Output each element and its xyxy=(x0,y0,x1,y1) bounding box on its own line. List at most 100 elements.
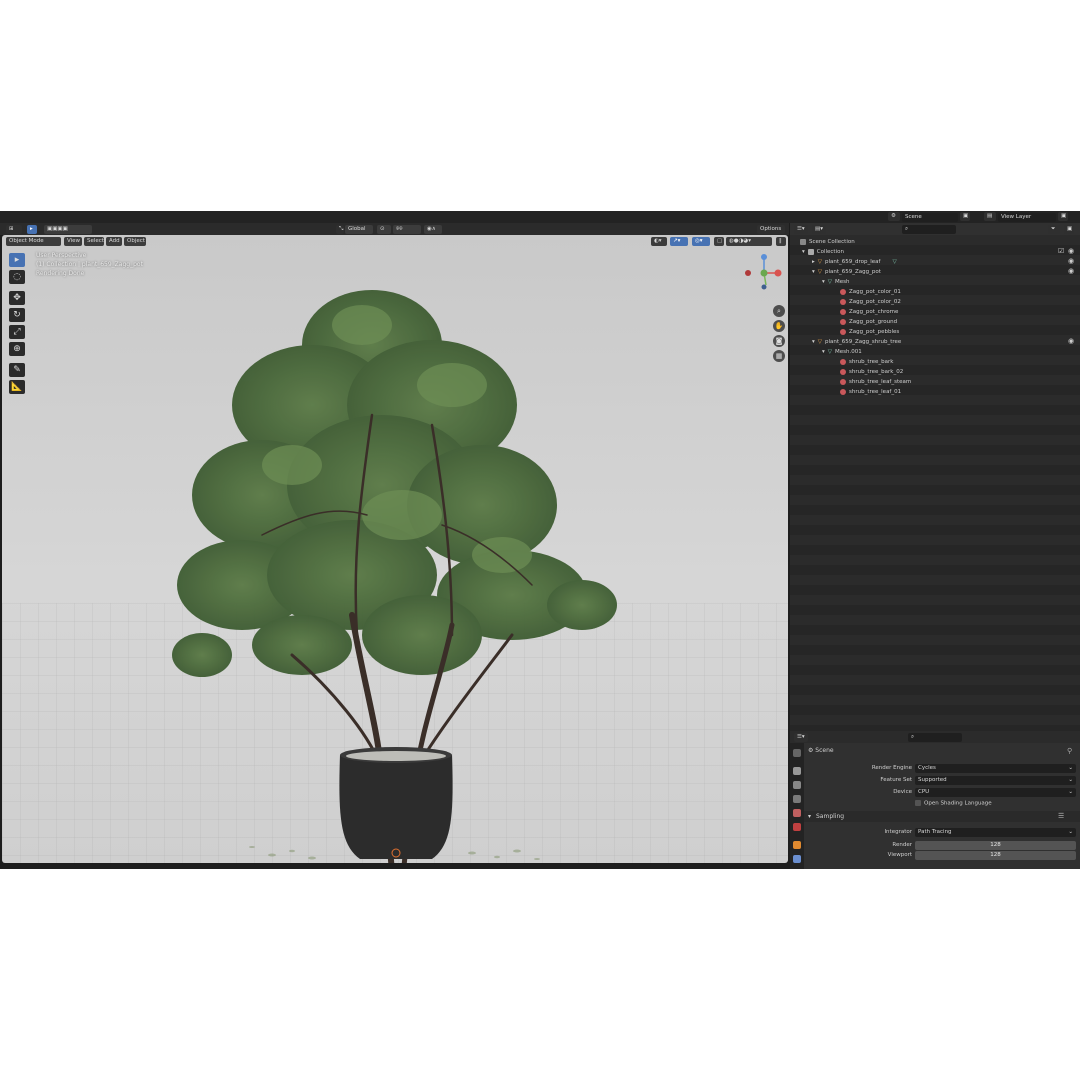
pin-icon[interactable]: ⚲ xyxy=(1067,747,1072,755)
properties-editor-icon[interactable]: ☰▾ xyxy=(794,732,808,742)
camera-view-icon[interactable]: ◙ xyxy=(773,335,785,347)
outliner-row-material[interactable]: Zagg_pot_ground xyxy=(840,317,897,327)
mesh-icon: ▽ xyxy=(827,349,832,355)
options-dropdown[interactable]: Options xyxy=(757,224,785,234)
view-layer-tab-icon[interactable] xyxy=(793,795,801,803)
editor-type-icon[interactable]: ⊞ xyxy=(6,224,22,234)
scene-copy-icon[interactable]: ▣ xyxy=(960,212,970,221)
scene-icon[interactable]: ⚙ xyxy=(888,212,900,221)
render-engine-dropdown[interactable]: Cycles ⌄ xyxy=(915,764,1076,773)
outliner-row-material[interactable]: shrub_tree_leaf_steam xyxy=(840,377,911,387)
view-layer-icon[interactable]: ▤ xyxy=(984,212,996,221)
checkbox-icon[interactable]: ☑ xyxy=(1058,247,1064,255)
properties-panel: ☰▾ ⌕ ⚙ Scene ⚲ Render Engine Cycles ⌄ Fea… xyxy=(790,731,1080,869)
outliner-row-object[interactable]: ▸ ▽ plant_659_drop_leaf ▽ xyxy=(812,257,897,267)
sampling-panel-header[interactable]: ▾ Sampling ☰ xyxy=(804,811,1080,822)
chevron-down-icon: ⌄ xyxy=(1068,765,1073,771)
pivot-icon[interactable]: ⊙ xyxy=(377,224,391,234)
eye-icon[interactable]: ◉ xyxy=(1068,257,1074,265)
outliner-row-material[interactable]: Zagg_pot_chrome xyxy=(840,307,898,317)
tool-tab-icon[interactable] xyxy=(793,749,801,757)
outliner-row-object[interactable]: ▾ ▽ plant_659_Zagg_shrub_tree xyxy=(812,337,901,347)
cursor-tool-icon[interactable]: ◌ xyxy=(9,270,25,284)
selection-mode-buttons[interactable]: ▣▣▣▣ xyxy=(44,224,92,234)
outliner-row-object[interactable]: ▾ ▽ plant_659_Zagg_pot xyxy=(812,267,881,277)
material-icon xyxy=(840,378,846,385)
menu-add[interactable]: Add xyxy=(106,237,122,246)
transform-orientation-icon[interactable]: ⤡ xyxy=(336,224,344,234)
shading-mode-buttons[interactable]: ◍●◑◕▾ xyxy=(726,237,772,246)
scene-tab-icon[interactable] xyxy=(793,809,801,817)
outliner-row-scene-collection[interactable]: Scene Collection xyxy=(800,237,855,247)
material-icon xyxy=(840,368,846,375)
output-tab-icon[interactable] xyxy=(793,781,801,789)
menu-select[interactable]: Select xyxy=(84,237,104,246)
overlay-toggle-icon[interactable]: ◎▾ xyxy=(692,237,710,246)
outliner-row-collection[interactable]: ▾ Collection xyxy=(802,247,844,257)
scene-field[interactable]: Scene xyxy=(902,212,958,222)
modifier-tab-icon[interactable] xyxy=(793,855,801,863)
eye-icon[interactable]: ◉ xyxy=(1068,247,1074,255)
outliner-editor-icon[interactable]: ☰▾ xyxy=(794,224,808,234)
view-layer-field[interactable]: View Layer xyxy=(998,212,1056,222)
outliner-row-material[interactable]: Zagg_pot_color_02 xyxy=(840,297,901,307)
feature-set-label: Feature Set xyxy=(880,777,912,783)
world-tab-icon[interactable] xyxy=(793,823,801,831)
visibility-icon[interactable]: ◐▾ xyxy=(651,237,667,246)
outliner-header: ☰▾ ▤▾ ⌕ ⏷ ▣ xyxy=(790,223,1080,235)
properties-search-input[interactable]: ⌕ xyxy=(908,732,962,742)
material-icon xyxy=(840,308,846,315)
rotate-tool-icon[interactable]: ↻ xyxy=(9,308,25,322)
chevron-down-icon: ⌄ xyxy=(1068,829,1073,835)
new-collection-icon[interactable]: ▣ xyxy=(1064,224,1074,234)
filter-icon[interactable]: ⏷ xyxy=(1048,224,1060,234)
3d-viewport[interactable]: Object Mode View Select Add Object ◐▾ ↗▾… xyxy=(2,235,788,863)
zoom-icon[interactable]: ⌕ xyxy=(773,305,785,317)
outliner-row-material[interactable]: shrub_tree_leaf_01 xyxy=(840,387,901,397)
outliner-row-mesh[interactable]: ▾ ▽ Mesh xyxy=(822,277,849,287)
device-dropdown[interactable]: CPU ⌄ xyxy=(915,788,1076,797)
measure-tool-icon[interactable]: 📐 xyxy=(9,380,25,394)
viewport-samples-field[interactable]: 128 xyxy=(915,851,1076,860)
outliner-search-input[interactable]: ⌕ xyxy=(902,224,956,234)
display-mode-icon[interactable]: ▤▾ xyxy=(812,224,826,234)
collection-icon xyxy=(800,238,806,245)
ortho-grid-icon[interactable]: ▦ xyxy=(773,350,785,362)
annotate-tool-icon[interactable]: ✎ xyxy=(9,363,25,377)
presets-list-icon[interactable]: ☰ xyxy=(1058,812,1064,820)
feature-set-dropdown[interactable]: Supported ⌄ xyxy=(915,776,1076,785)
pause-icon[interactable]: ‖ xyxy=(776,237,786,246)
transform-tool-icon[interactable]: ⊕ xyxy=(9,342,25,356)
pan-hand-icon[interactable]: ✋ xyxy=(773,320,785,332)
viewport-samples-label: Viewport xyxy=(887,852,912,858)
eye-icon[interactable]: ◉ xyxy=(1068,337,1074,345)
outliner-row-material[interactable]: Zagg_pot_color_01 xyxy=(840,287,901,297)
view-layer-copy-icon[interactable]: ▣ xyxy=(1058,212,1068,221)
tweak-tool-icon[interactable]: ▸ xyxy=(9,253,25,267)
orientation-dropdown[interactable]: Global xyxy=(345,224,373,234)
proportional-edit-icon[interactable]: ◉∧ xyxy=(424,224,442,234)
select-tool-icon[interactable]: ▸ xyxy=(27,224,37,234)
scale-tool-icon[interactable]: ⤢ xyxy=(9,325,25,339)
collection-icon xyxy=(807,248,814,255)
menu-view[interactable]: View xyxy=(64,237,82,246)
eye-icon[interactable]: ◉ xyxy=(1068,267,1074,275)
osl-checkbox[interactable]: Open Shading Language xyxy=(915,800,992,807)
checkbox-box[interactable] xyxy=(915,800,921,806)
move-tool-icon[interactable]: ✥ xyxy=(9,291,25,305)
material-icon xyxy=(840,288,846,295)
menu-object[interactable]: Object xyxy=(124,237,146,246)
outliner-row-material[interactable]: Zagg_pot_pebbles xyxy=(840,327,899,337)
render-tab-icon[interactable] xyxy=(793,767,801,775)
snap-icon[interactable]: ⌾⌾ xyxy=(393,224,421,234)
object-mode-dropdown[interactable]: Object Mode xyxy=(6,237,61,246)
outliner-row-mesh[interactable]: ▾ ▽ Mesh.001 xyxy=(822,347,862,357)
axis-gizmo[interactable] xyxy=(742,251,788,297)
outliner-row-material[interactable]: shrub_tree_bark xyxy=(840,357,893,367)
integrator-dropdown[interactable]: Path Tracing ⌄ xyxy=(915,828,1076,837)
object-tab-icon[interactable] xyxy=(793,841,801,849)
outliner-row-material[interactable]: shrub_tree_bark_02 xyxy=(840,367,903,377)
render-samples-field[interactable]: 128 xyxy=(915,841,1076,850)
gizmo-toggle-icon[interactable]: ↗▾ xyxy=(670,237,688,246)
xray-icon[interactable]: ▢ xyxy=(714,237,724,246)
